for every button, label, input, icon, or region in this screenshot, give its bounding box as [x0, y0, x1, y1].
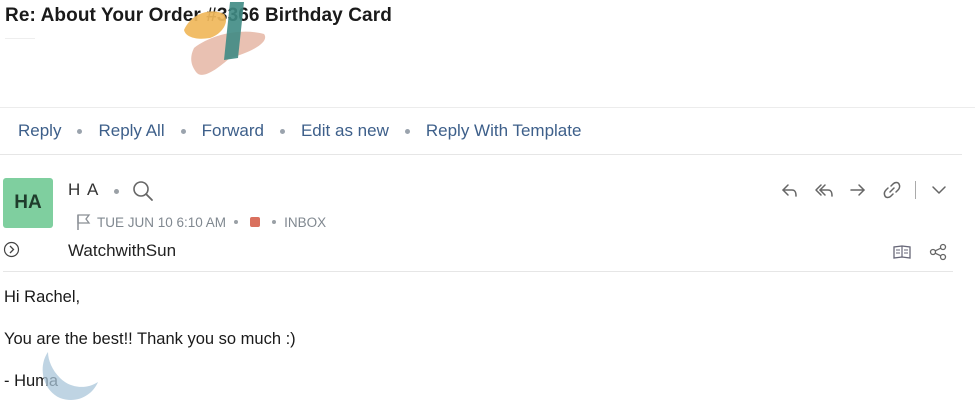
action-separator: [404, 128, 410, 134]
sender-name[interactable]: H A: [68, 180, 100, 200]
reply-all-icon[interactable]: [814, 180, 834, 200]
link-icon[interactable]: [882, 180, 902, 200]
header-divider: [3, 271, 953, 272]
subject-bar: Re: About Your Order #3366 Birthday Card: [0, 0, 975, 108]
edit-as-new-link[interactable]: Edit as new: [301, 121, 389, 141]
forward-link[interactable]: Forward: [202, 121, 264, 141]
email-subject: Re: About Your Order #3366 Birthday Card: [5, 5, 392, 26]
action-separator: [279, 128, 285, 134]
body-message: You are the best!! Thank you so much :): [4, 330, 296, 348]
message-actions-bar: Reply Reply All Forward Edit as new Repl…: [0, 108, 962, 155]
message-datetime: TUE JUN 10 6:10 AM: [97, 214, 227, 230]
reply-link[interactable]: Reply: [18, 121, 61, 141]
message-meta-row: TUE JUN 10 6:10 AM INBOX: [75, 212, 326, 232]
sender-separator-dot: [114, 189, 119, 194]
book-icon[interactable]: [892, 242, 912, 262]
toolbar-divider: [915, 181, 916, 199]
action-separator: [77, 128, 83, 134]
meta-separator-dot: [234, 220, 239, 224]
sender-avatar[interactable]: HA: [3, 178, 53, 228]
action-separator: [180, 128, 186, 134]
flag-icon[interactable]: [75, 213, 91, 231]
search-icon[interactable]: [132, 180, 154, 202]
reply-all-link[interactable]: Reply All: [98, 121, 164, 141]
tag-color-icon[interactable]: [250, 217, 261, 227]
forward-icon[interactable]: [848, 180, 868, 200]
recipient-name[interactable]: WatchwithSun: [68, 241, 176, 261]
expand-details-icon[interactable]: [3, 241, 20, 258]
chevron-down-icon[interactable]: [929, 180, 949, 200]
body-greeting: Hi Rachel,: [4, 288, 81, 306]
body-signature: - Huma: [4, 372, 59, 390]
folder-label[interactable]: INBOX: [284, 215, 326, 230]
share-icon[interactable]: [928, 242, 948, 262]
reply-icon[interactable]: [780, 180, 800, 200]
reply-with-template-link[interactable]: Reply With Template: [426, 121, 582, 141]
subject-underline: [5, 38, 35, 39]
meta-separator-dot: [272, 220, 277, 224]
